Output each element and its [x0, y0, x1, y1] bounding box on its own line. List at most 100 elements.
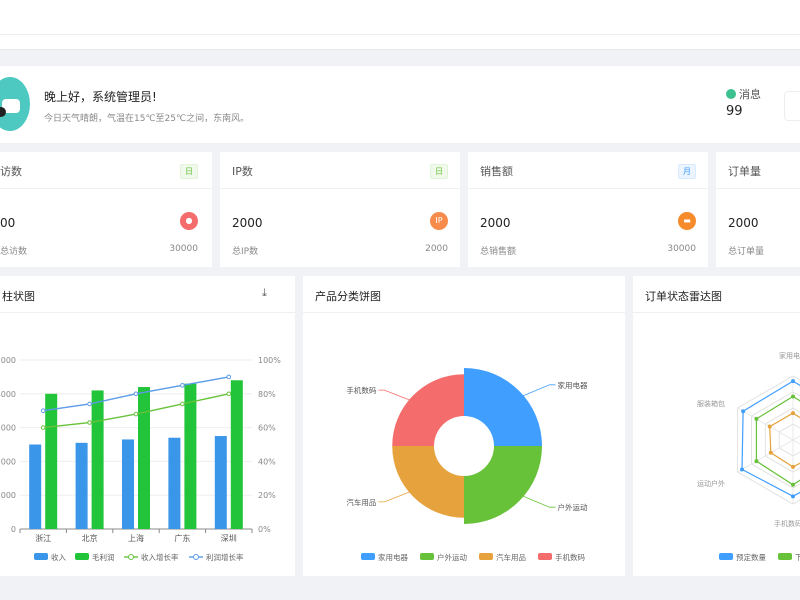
- card-total: 30000: [667, 244, 696, 254]
- pie-label: 户外运动: [558, 502, 588, 512]
- legend-swatch: [193, 554, 199, 560]
- weather-text: 今日天气晴朗，气温在15℃至25℃之间，东南风。: [44, 114, 250, 124]
- pie-slice-手机数码: [392, 374, 464, 446]
- card-value: 2000: [232, 216, 263, 230]
- bar-毛利润: [230, 380, 243, 529]
- bar-收入: [122, 439, 134, 529]
- point-收入增长率: [133, 411, 139, 417]
- legend-label: 毛利润: [92, 552, 115, 562]
- card-title: IP数: [232, 165, 253, 178]
- pie-label-line: [378, 489, 416, 503]
- radar-point: [791, 379, 795, 384]
- card-title: 订单量: [728, 165, 761, 178]
- pie-label: 家用电器: [558, 380, 588, 390]
- x-tick-label: 北京: [82, 533, 98, 543]
- y-tick-label: 1000: [0, 491, 16, 500]
- radar-point: [767, 424, 772, 429]
- legend-swatch: [75, 553, 89, 560]
- card-sub: 总IP数: [232, 247, 259, 257]
- bar-收入: [168, 437, 181, 529]
- y2-tick-label: 40%: [258, 457, 276, 466]
- radar-point: [791, 394, 795, 399]
- welcome-panel: 晚上好，系统管理员! 今日天气晴朗，气温在15℃至25℃之间，东南风。 消息 9…: [0, 66, 800, 143]
- x-tick-label: 广东: [174, 533, 190, 543]
- y2-tick-label: 20%: [258, 491, 276, 500]
- top-bar: I: [0, 0, 800, 50]
- legend-label: 手机数码: [555, 552, 585, 562]
- radar-point: [791, 411, 795, 416]
- point-收入增长率: [180, 401, 185, 407]
- legend-swatch: [479, 553, 493, 560]
- y-tick-label: 3000: [0, 424, 16, 433]
- pie-slice-户外运动: [464, 446, 542, 524]
- pie-slice-汽车用品: [392, 446, 464, 518]
- bar-毛利润: [138, 387, 150, 529]
- bar-毛利润: [91, 390, 104, 529]
- wallet-icon: ▬: [678, 212, 696, 230]
- y-tick-label: 5000: [0, 356, 16, 365]
- card-sub: 总订单量: [728, 247, 765, 257]
- pie-label: 手机数码: [346, 385, 376, 395]
- card-total: 30000: [169, 244, 198, 254]
- radar-indicator: 家用电器: [779, 351, 800, 360]
- point-利润增长率: [133, 391, 139, 397]
- legend-label: 预定数量: [736, 552, 766, 562]
- radar-point: [791, 464, 795, 469]
- point-利润增长率: [226, 374, 232, 380]
- legend-label: 家用电器: [378, 552, 408, 562]
- avatar[interactable]: [0, 77, 30, 131]
- legend-swatch: [361, 553, 375, 560]
- legend-label: 利润增长率: [206, 552, 244, 562]
- radar-point: [791, 494, 795, 499]
- point-收入增长率: [226, 391, 232, 397]
- messages-link[interactable]: 消息: [726, 86, 761, 102]
- y2-tick-label: 100%: [258, 356, 281, 365]
- card-sub: 总销售额: [480, 247, 517, 257]
- legend-swatch: [538, 553, 552, 560]
- card-total: 2000: [425, 244, 448, 254]
- greeting-text: 晚上好，系统管理员!: [44, 90, 157, 104]
- bar-chart-panel: 柱状图 ⤓ 0100020003000400050000%20%40%60%80…: [0, 276, 295, 576]
- radar-point: [741, 409, 746, 414]
- pie-label: 汽车用品: [346, 497, 376, 507]
- ip-icon: IP: [430, 212, 448, 230]
- pie-label-line: [517, 493, 556, 508]
- radar-indicator: 手机数码: [774, 519, 800, 528]
- point-利润增长率: [87, 401, 92, 407]
- legend-swatch: [34, 553, 48, 560]
- card-tag: 日: [180, 164, 198, 179]
- legend-label: 下单: [795, 552, 800, 562]
- stat-card-sales: 销售额 月 2000 ▬ 总销售额 30000: [468, 152, 708, 267]
- x-tick-label: 浙江: [35, 533, 51, 543]
- messages-count: 99: [726, 104, 743, 119]
- x-tick-label: 深圳: [221, 533, 237, 543]
- y2-tick-label: 80%: [258, 390, 276, 399]
- y-tick-label: 2000: [0, 457, 16, 466]
- radar-point: [768, 450, 773, 455]
- bar-收入: [75, 442, 88, 529]
- card-title: 销售额: [480, 165, 513, 178]
- pie-chart-panel: 产品分类饼图 家用电器 户外运动 汽车用品 手机数码 家用电器 户外运动 汽车用品 手机数码: [303, 276, 625, 576]
- radar-ring: [778, 423, 800, 457]
- y-tick-label: 0: [11, 525, 16, 534]
- y-tick-label: 4000: [0, 390, 16, 399]
- legend-label: 收入: [51, 552, 66, 562]
- radar-series: [769, 412, 800, 468]
- stat-card-ip: IP数 日 2000 IP 总IP数 2000: [220, 152, 460, 267]
- y2-tick-label: 0%: [258, 525, 271, 534]
- radar-point: [754, 459, 759, 464]
- legend-swatch: [420, 553, 434, 560]
- point-收入增长率: [87, 420, 92, 425]
- point-利润增长率: [180, 383, 185, 388]
- legend-swatch: [778, 553, 792, 560]
- card-tag: 月: [678, 164, 696, 179]
- bar-收入: [214, 436, 227, 529]
- card-value: 2000: [728, 216, 759, 230]
- stat-card-visits: 访数 日 00 ● 总访数 30000: [0, 152, 212, 267]
- point-利润增长率: [40, 408, 46, 413]
- radar-indicator: 运动户外: [697, 479, 725, 488]
- bar-收入: [29, 444, 42, 529]
- radar-chart: 家用电器服装箱包运动户外手机数码预定数量 下单: [697, 351, 800, 562]
- card-sub: 总访数: [0, 247, 28, 257]
- radar-point: [791, 482, 795, 487]
